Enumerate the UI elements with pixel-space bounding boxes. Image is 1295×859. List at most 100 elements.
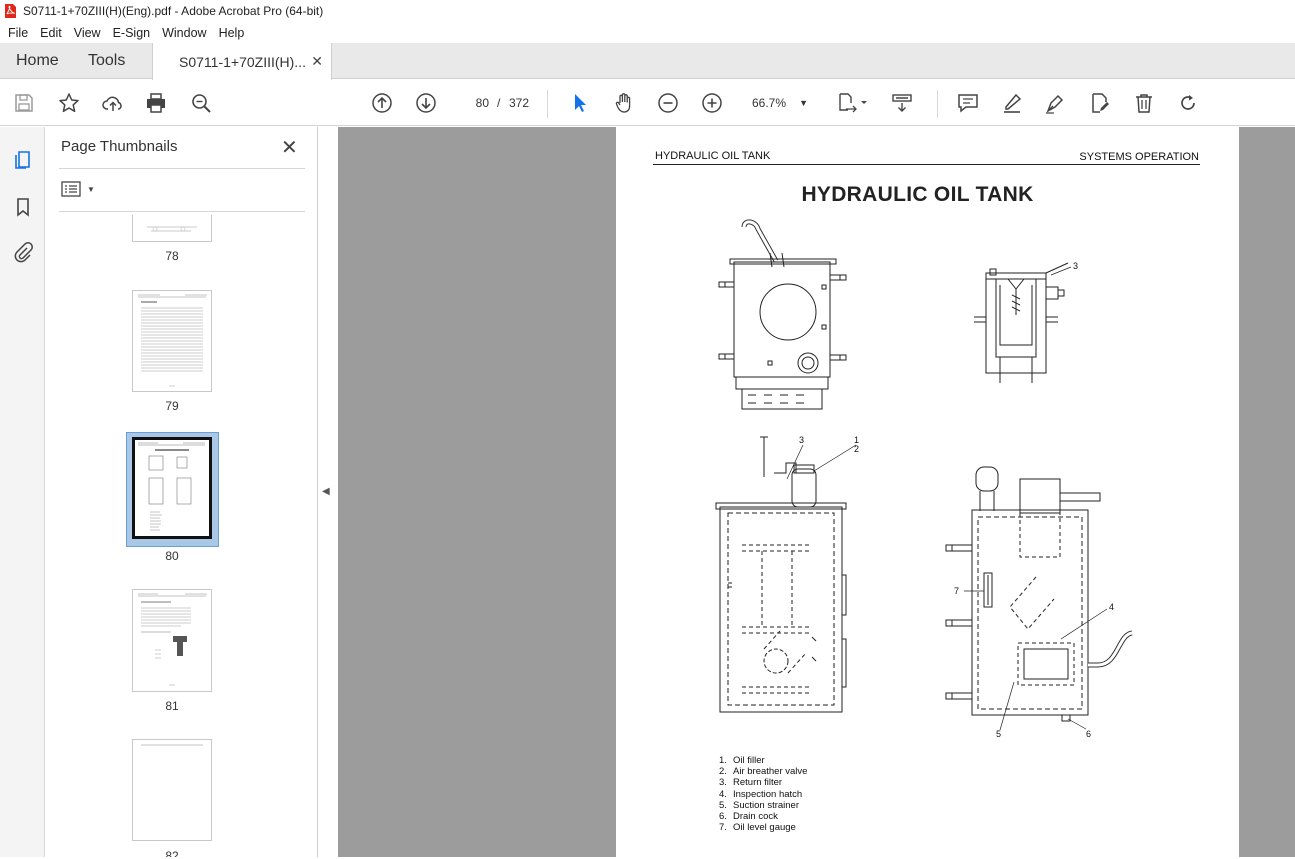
page-separator: / (497, 96, 501, 110)
trash-icon (1136, 94, 1152, 113)
find-button[interactable] (189, 91, 213, 115)
thumbnail-drawing (147, 226, 197, 232)
delete-button[interactable] (1132, 91, 1156, 115)
thumbnail-label: 78 (165, 249, 179, 263)
legend-row: 1. Oil filler (719, 755, 765, 766)
comment-button[interactable] (956, 91, 980, 115)
rotate-button[interactable] (1176, 91, 1200, 115)
save-icon (15, 94, 33, 112)
thumbnail-page-current[interactable] (132, 437, 212, 539)
callout-label: 3 (799, 435, 804, 445)
collapse-panel-icon[interactable]: ◀ (322, 486, 330, 497)
document-viewer[interactable]: HYDRAULIC OIL TANK SYSTEMS OPERATION HYD… (338, 127, 1295, 857)
panel-title: Page Thumbnails (61, 138, 178, 155)
page-thumbnails-toggle[interactable] (10, 146, 36, 172)
bookmark-star-button[interactable] (57, 91, 81, 115)
hand-icon (615, 93, 631, 113)
attachments-toggle[interactable] (10, 239, 36, 265)
pages-icon (15, 151, 30, 169)
title-bar: S0711-1+70ZIII(H)(Eng).pdf - Adobe Acrob… (0, 0, 1295, 22)
rotate-clockwise-icon (1181, 95, 1195, 110)
callout-label: 6 (1086, 729, 1091, 739)
star-icon (59, 93, 79, 113)
print-button[interactable] (144, 91, 168, 115)
highlighter-pen-icon (1004, 93, 1022, 113)
page-total: 372 (509, 96, 530, 110)
thumbnail-page[interactable] (132, 589, 212, 692)
save-button[interactable] (12, 91, 36, 115)
draw-button[interactable] (1043, 91, 1067, 115)
previous-page-button[interactable] (370, 91, 394, 115)
menu-file[interactable]: File (2, 26, 34, 40)
scroll-mode-icon (892, 94, 912, 112)
comment-icon (958, 94, 978, 113)
menu-edit[interactable]: Edit (34, 26, 68, 40)
close-panel-icon[interactable]: ✕ (281, 135, 298, 160)
menu-esign[interactable]: E-Sign (107, 26, 157, 40)
callout-label: 3 (1073, 261, 1078, 271)
toolbar-divider (547, 90, 548, 118)
menu-view[interactable]: View (68, 26, 107, 40)
zoom-in-button[interactable] (700, 91, 724, 115)
page-number-input[interactable] (458, 91, 492, 115)
edit-pdf-button[interactable] (1088, 91, 1112, 115)
page-display-button[interactable] (836, 91, 870, 115)
thumbnail-drawing (138, 442, 205, 531)
tab-document-label: S0711-1+70ZIII(H)... (179, 53, 306, 70)
callout-leaders (786, 266, 1108, 731)
minus-circle-icon (658, 93, 678, 113)
select-tool-button[interactable] (568, 91, 592, 115)
legend-row: 4. Inspection hatch (719, 788, 803, 800)
cloud-upload-icon (102, 96, 122, 111)
zoom-out-button[interactable] (656, 91, 680, 115)
thumbnail-label: 79 (165, 399, 179, 413)
thumbnail-page[interactable] (132, 215, 212, 242)
printer-icon (147, 93, 165, 113)
legend-row: 2. Air breather valve (719, 766, 808, 778)
menu-bar: File Edit View E-Sign Window Help (0, 22, 1295, 43)
tab-tools[interactable]: Tools (88, 43, 125, 79)
pdf-page: HYDRAULIC OIL TANK SYSTEMS OPERATION HYD… (616, 127, 1239, 857)
share-upload-button[interactable] (101, 91, 125, 115)
menu-help[interactable]: Help (213, 26, 251, 40)
divider (59, 168, 305, 169)
list-options-icon (61, 181, 81, 197)
thumbnail-label: 82 (165, 849, 179, 857)
callout-label: 5 (996, 729, 1001, 739)
bookmarks-toggle[interactable] (10, 194, 36, 220)
zoom-dropdown[interactable]: 66.7% ▼ (744, 91, 814, 115)
close-tab-icon[interactable]: ✕ (311, 53, 323, 70)
tank-end-view (945, 466, 1133, 722)
tab-home[interactable]: Home (16, 43, 59, 79)
thumbnails-panel: Page Thumbnails ✕ ▼ 78 79 80 81 82 (45, 127, 356, 857)
window-title: S0711-1+70ZIII(H)(Eng).pdf - Adobe Acrob… (23, 4, 324, 18)
left-rail (0, 127, 45, 857)
hydraulic-tank-diagram: 3 3 1 2 7 4 5 6 (715, 219, 1133, 739)
thumbnail-label: 80 (165, 549, 179, 563)
toolbar-divider (937, 90, 938, 118)
menu-window[interactable]: Window (156, 26, 212, 40)
tab-document[interactable]: S0711-1+70ZIII(H)... ✕ (152, 43, 332, 80)
chevron-down-icon: ▼ (87, 184, 95, 194)
thumbnail-page[interactable] (132, 739, 212, 841)
arrow-up-circle-icon (372, 93, 392, 113)
legend-row: 7. Oil level gauge (719, 822, 796, 834)
thumbnail-options-button[interactable]: ▼ (61, 181, 95, 197)
plus-circle-icon (702, 93, 722, 113)
callout-label: 4 (1109, 602, 1114, 612)
arrow-down-circle-icon (416, 93, 436, 113)
callout-label: 2 (854, 444, 859, 454)
thumbnail-text-page (138, 294, 207, 387)
divider (59, 211, 305, 212)
hand-tool-button[interactable] (612, 91, 636, 115)
tab-bar: Home Tools S0711-1+70ZIII(H)... ✕ (0, 43, 1295, 80)
search-zoom-icon (192, 94, 211, 113)
next-page-button[interactable] (414, 91, 438, 115)
legend-row: 3. Return filter (719, 777, 783, 789)
scrolling-mode-button[interactable] (890, 91, 914, 115)
highlight-button[interactable] (1000, 91, 1024, 115)
tank-side-view (715, 436, 847, 713)
return-filter-section-view (974, 262, 1069, 383)
thumbnail-list: 78 79 80 81 82 (45, 215, 295, 857)
thumbnail-page[interactable] (132, 290, 212, 392)
